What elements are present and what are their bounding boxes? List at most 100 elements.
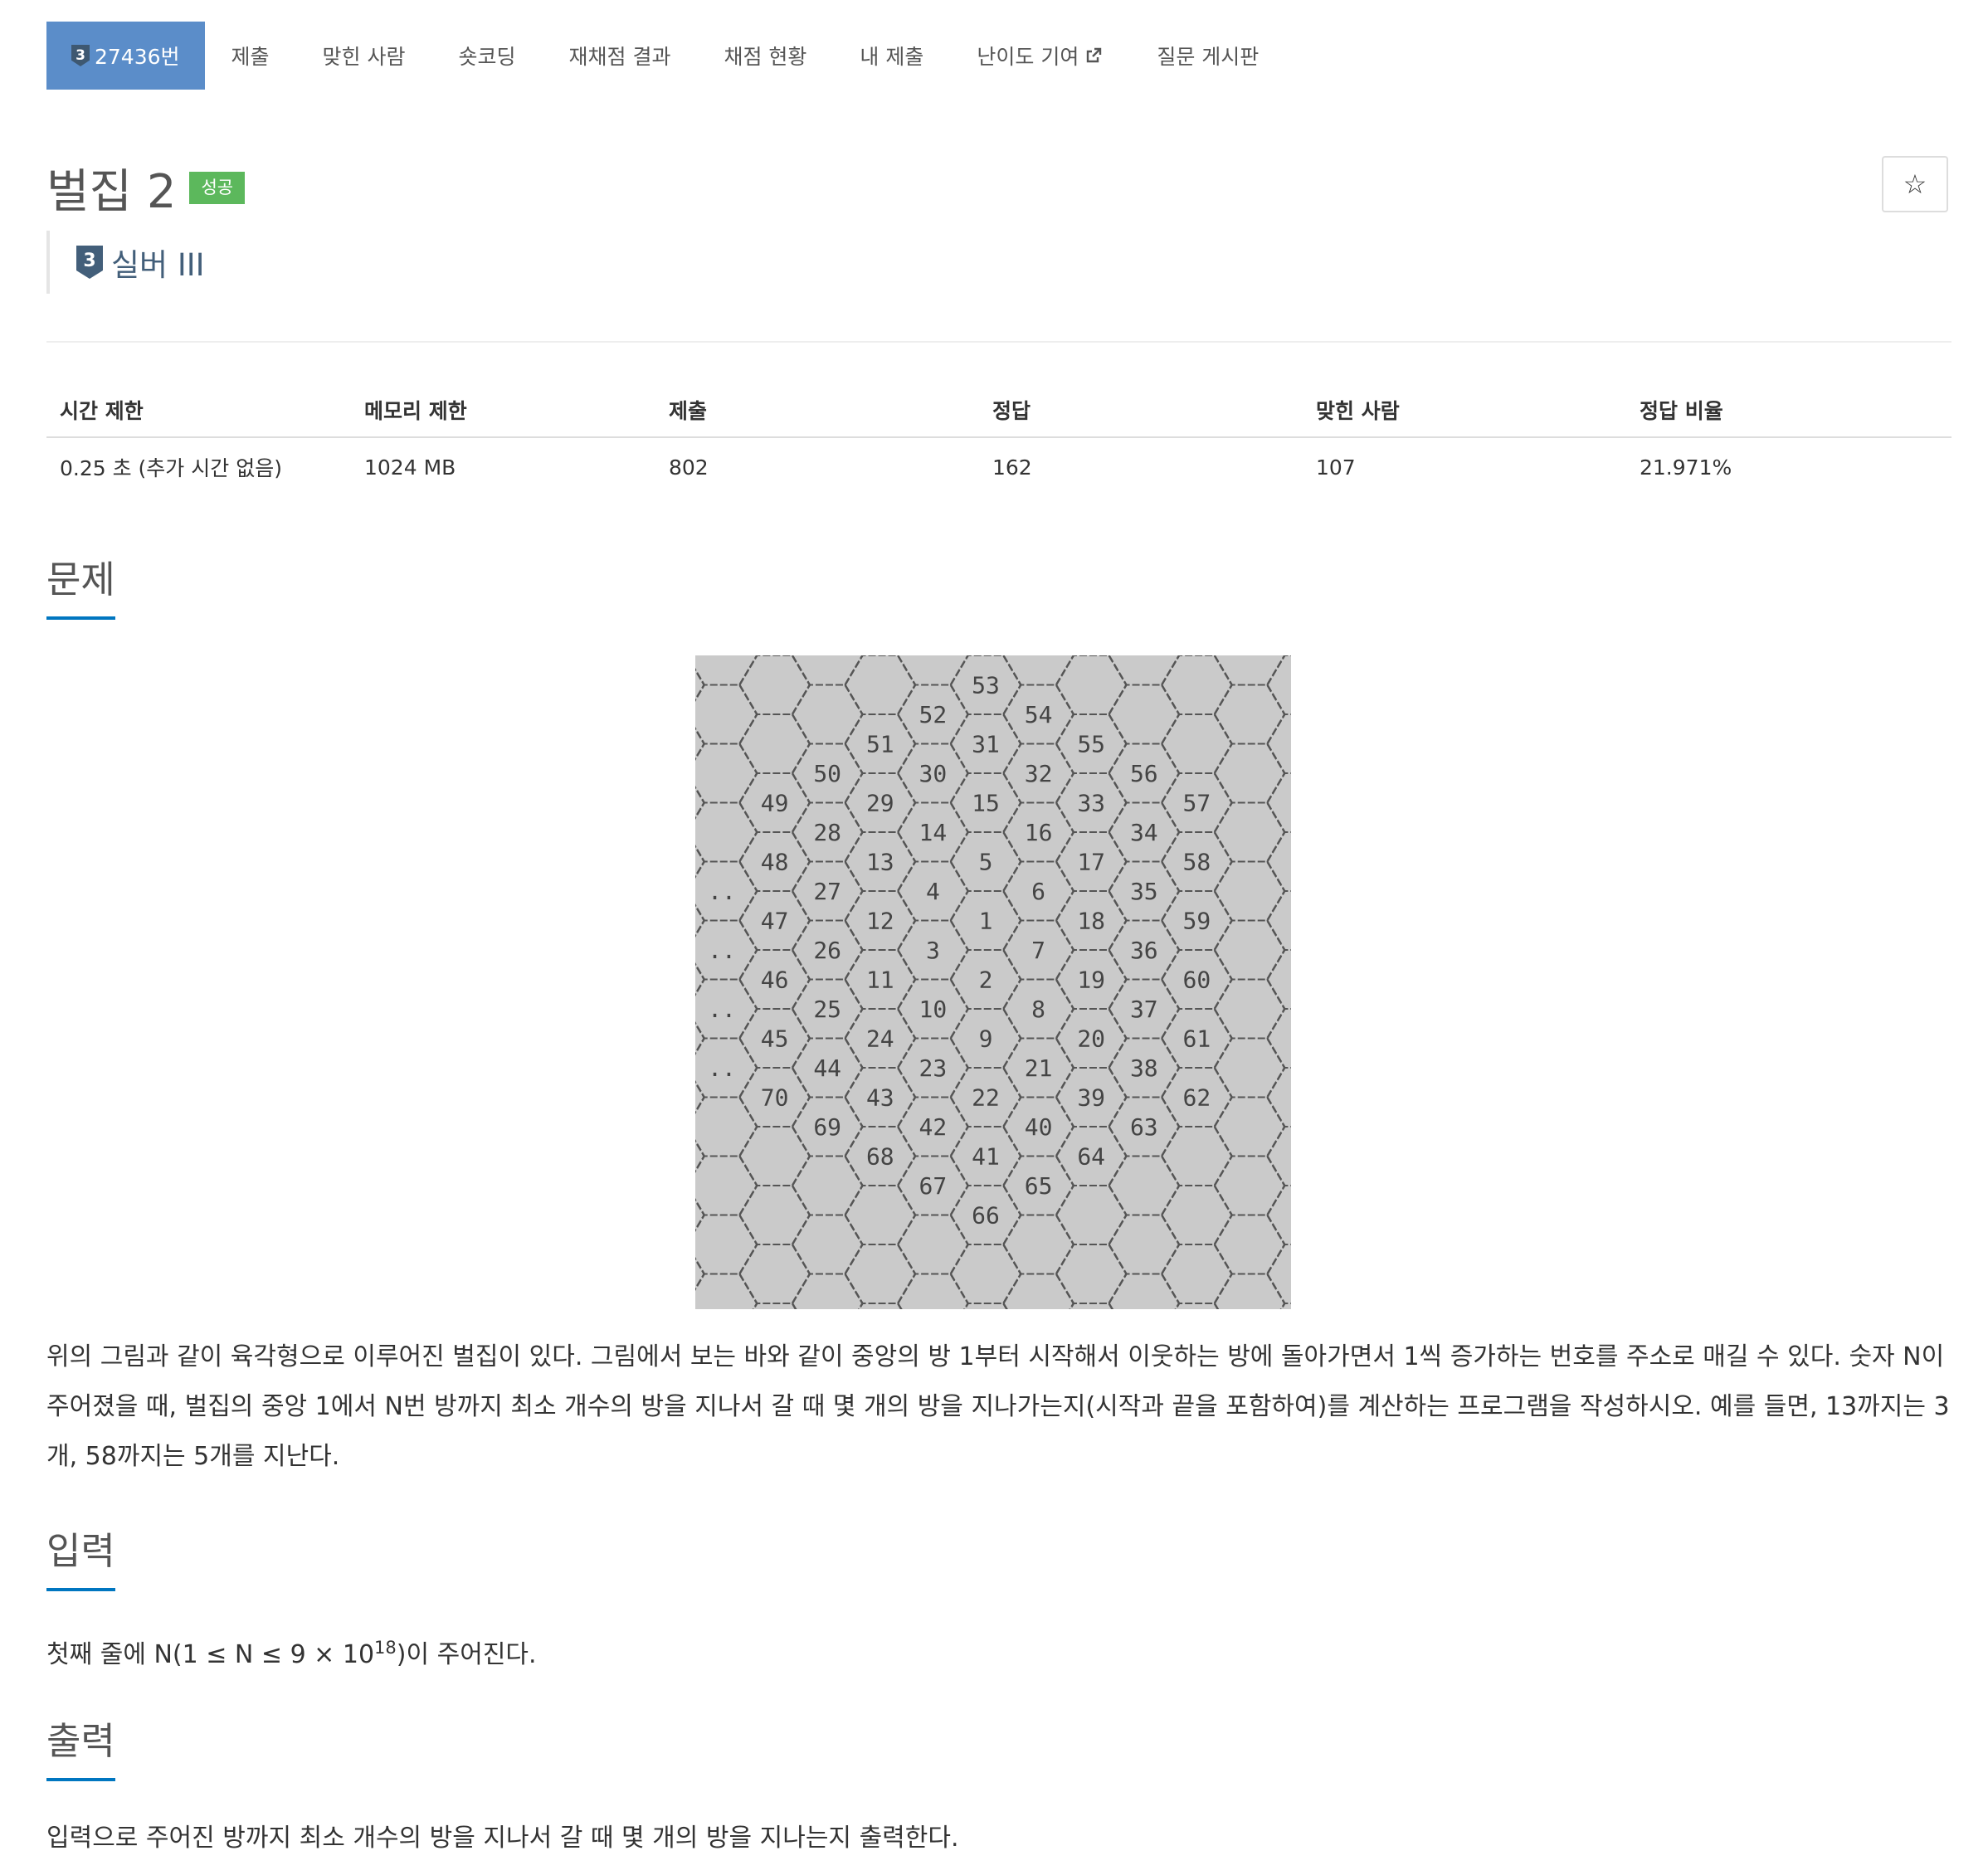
section-divider: [46, 1780, 1951, 1781]
cell-label: 43: [866, 1084, 894, 1112]
cell-label: 54: [1025, 701, 1053, 728]
cell-label: 70: [761, 1084, 789, 1112]
header-submissions: 제출: [669, 399, 708, 423]
cell-label: 6: [1031, 878, 1045, 905]
input-text-end: )이 주어진다.: [396, 1640, 537, 1669]
tab-difficulty-contribution[interactable]: 난이도 기여: [950, 22, 1130, 90]
cell-label: 25: [813, 996, 841, 1023]
tab-judge-status[interactable]: 채점 현황: [697, 22, 833, 90]
value-accepted: 162: [992, 455, 1032, 480]
cell-label: 52: [919, 701, 948, 728]
cell-label: ..: [708, 996, 736, 1023]
cell-label: 39: [1077, 1084, 1105, 1112]
honeycomb-figure: 53 52 54 51 31 55 50 30 32 56 49 29 15 33 57 28 14 16 34 48…: [633, 566, 1338, 1393]
input-text: 첫째 줄에 N(1 ≤ N ≤ 9 × 10: [46, 1640, 375, 1669]
cell-label: 31: [972, 731, 1000, 758]
cell-label: 9: [979, 1025, 993, 1053]
tab-rejudge-results[interactable]: 재채점 결과: [543, 22, 698, 90]
problem-description: 위의 그림과 같이 육각형으로 이루어진 벌집이 있다. 그림에서 보는 바와 …: [46, 1342, 1950, 1471]
cell-label: 36: [1130, 937, 1158, 964]
cell-label: 48: [761, 849, 789, 876]
cell-label: 21: [1025, 1054, 1053, 1082]
cell-label: 64: [1077, 1143, 1105, 1171]
tab-problem-label: 27436번: [95, 45, 180, 69]
status-badge: 성공: [189, 172, 246, 204]
tab-submit[interactable]: 제출: [205, 22, 296, 90]
favorite-star-button[interactable]: ☆: [1882, 156, 1948, 212]
section-title-problem: 문제: [46, 549, 115, 620]
info-table-header: 시간 제한 메모리 제한 제출 정답 맞힌 사람 정답 비율: [46, 383, 1951, 438]
cell-label: 17: [1077, 849, 1105, 876]
tab-question-board[interactable]: 질문 게시판: [1130, 22, 1285, 90]
tab-my-submissions[interactable]: 내 제출: [833, 22, 950, 90]
tier-label: 3 실버 III: [46, 231, 205, 294]
cell-label: 7: [1031, 937, 1045, 964]
input-exponent: 18: [374, 1638, 397, 1658]
problem-info-table: 시간 제한 메모리 제한 제출 정답 맞힌 사람 정답 비율 0.25 초 (추…: [46, 383, 1951, 496]
problem-menu: 3 27436번 제출 맞힌 사람 숏코딩 재채점 결과 채점 현황 내 제출 …: [46, 22, 1285, 90]
cell-label: 47: [761, 908, 789, 935]
cell-label: 33: [1077, 790, 1105, 817]
cell-label: 61: [1183, 1025, 1211, 1053]
problem-section-header: 문제: [46, 549, 1951, 620]
input-section-header: 입력: [46, 1521, 1951, 1591]
cell-label: 30: [919, 760, 948, 787]
table-row: 0.25 초 (추가 시간 없음) 1024 MB 802 162 107 21…: [46, 438, 1951, 496]
cell-label: 32: [1025, 760, 1053, 787]
cell-label: 69: [813, 1113, 841, 1141]
cell-label: ..: [708, 937, 736, 964]
cell-label: 38: [1130, 1054, 1158, 1082]
cell-label: ..: [708, 878, 736, 905]
header-accepted: 정답: [992, 399, 1031, 423]
cell-label: 26: [813, 937, 841, 964]
cell-label: 4: [926, 878, 940, 905]
cell-label: 65: [1025, 1172, 1053, 1200]
cell-label: 37: [1130, 996, 1158, 1023]
tab-problem[interactable]: 3 27436번: [46, 22, 205, 90]
cell-label: 60: [1183, 967, 1211, 994]
tab-solvers[interactable]: 맞힌 사람: [296, 22, 432, 90]
cell-label: 24: [866, 1025, 894, 1053]
cell-label: 62: [1183, 1084, 1211, 1112]
section-divider: [46, 618, 1951, 620]
cell-label: 13: [866, 849, 894, 876]
cell-label: 49: [761, 790, 789, 817]
cell-label: 28: [813, 819, 841, 846]
tab-short-coding[interactable]: 숏코딩: [432, 22, 543, 90]
cell-label: 12: [866, 908, 894, 935]
tab-difficulty-label: 난이도 기여: [977, 45, 1079, 69]
cell-label: 50: [813, 760, 841, 787]
cell-label: 15: [972, 790, 1000, 817]
cell-label: 42: [919, 1113, 948, 1141]
cell-label: 27: [813, 878, 841, 905]
cell-label: 20: [1077, 1025, 1105, 1053]
cell-label: 2: [979, 967, 993, 994]
input-description: 첫째 줄에 N(1 ≤ N ≤ 9 × 1018)이 주어진다.: [46, 1623, 1951, 1680]
cell-label: 8: [1031, 996, 1045, 1023]
cell-label: 53: [972, 672, 1000, 699]
cell-label: 59: [1183, 908, 1211, 935]
cell-label: 58: [1183, 849, 1211, 876]
tier-badge-icon: 3: [71, 45, 90, 66]
cell-label: 29: [866, 790, 894, 817]
cell-label: 11: [866, 967, 894, 994]
svg-text:3: 3: [83, 251, 95, 271]
header-solvers: 맞힌 사람: [1316, 399, 1400, 423]
value-accept-ratio: 21.971%: [1640, 455, 1732, 480]
section-title-input: 입력: [46, 1521, 115, 1591]
cell-label: 44: [813, 1054, 841, 1082]
cell-label: 14: [919, 819, 948, 846]
header-memory-limit: 메모리 제한: [364, 399, 467, 423]
tier-shield-icon: 3: [76, 246, 103, 279]
divider: [46, 341, 1951, 343]
cell-label: 68: [866, 1143, 894, 1171]
value-memory-limit: 1024 MB: [364, 455, 456, 480]
cell-label: 18: [1077, 908, 1105, 935]
cell-label: 23: [919, 1054, 948, 1082]
value-submissions: 802: [669, 455, 709, 480]
cell-label: 3: [926, 937, 940, 964]
value-time-limit: 0.25 초 (추가 시간 없음): [60, 456, 282, 480]
honeycomb-svg: 5352 5451 31 5550 30 32 5649 29 15 33 5728 14 16 3448…: [633, 566, 1338, 1393]
cell-label: 46: [761, 967, 789, 994]
cell-label: 55: [1077, 731, 1105, 758]
